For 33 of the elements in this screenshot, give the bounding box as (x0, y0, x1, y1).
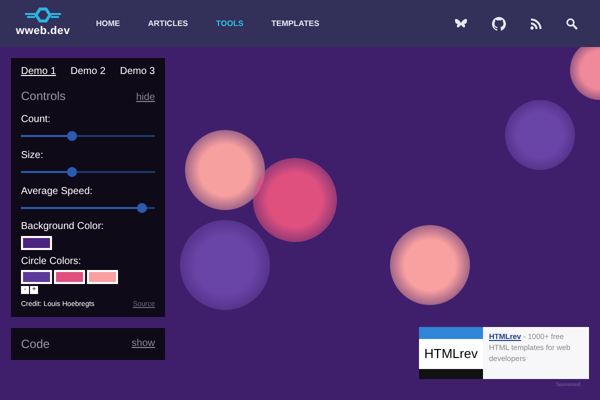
demo-tab[interactable]: Demo 1 (21, 64, 56, 79)
slider-label: Size: (21, 149, 44, 163)
slider-track[interactable] (21, 167, 155, 177)
nav-link[interactable]: HOME (96, 18, 120, 30)
logo-text[interactable]: wweb.dev (16, 23, 70, 40)
logo-icon (25, 7, 61, 24)
color-swatch[interactable] (54, 270, 85, 284)
slider-thumb[interactable] (66, 131, 77, 141)
github-icon[interactable] (492, 16, 506, 30)
slider-track[interactable] (21, 131, 155, 141)
nav-link[interactable]: TEMPLATES (271, 18, 320, 30)
slider-thumb[interactable] (66, 167, 77, 177)
color-swatch[interactable] (87, 270, 118, 284)
panel-title: Code (21, 336, 50, 352)
nav-link[interactable]: ARTICLES (148, 18, 188, 30)
slider-thumb[interactable] (136, 203, 147, 213)
thumbnail-text: HTMLrev (424, 345, 478, 364)
slider-track[interactable] (21, 203, 155, 213)
panel-title: Controls (21, 88, 66, 105)
color-swatch[interactable] (21, 270, 52, 284)
search-icon[interactable] (566, 18, 578, 30)
demo-tab[interactable]: Demo 2 (70, 64, 106, 79)
slider-label: Average Speed: (21, 185, 94, 199)
demo-tab[interactable]: Demo 3 (120, 64, 155, 79)
nav-link[interactable]: TOOLS (216, 18, 244, 30)
field-label: Circle Colors: (21, 255, 82, 269)
show-link[interactable]: show (132, 336, 155, 351)
rss-icon[interactable] (530, 18, 542, 30)
slider-label: Count: (21, 113, 52, 127)
hide-link[interactable]: hide (136, 90, 155, 105)
field-label: Background Color: (21, 220, 105, 234)
color-swatch[interactable] (21, 236, 52, 250)
butterfly-icon[interactable] (454, 18, 468, 30)
